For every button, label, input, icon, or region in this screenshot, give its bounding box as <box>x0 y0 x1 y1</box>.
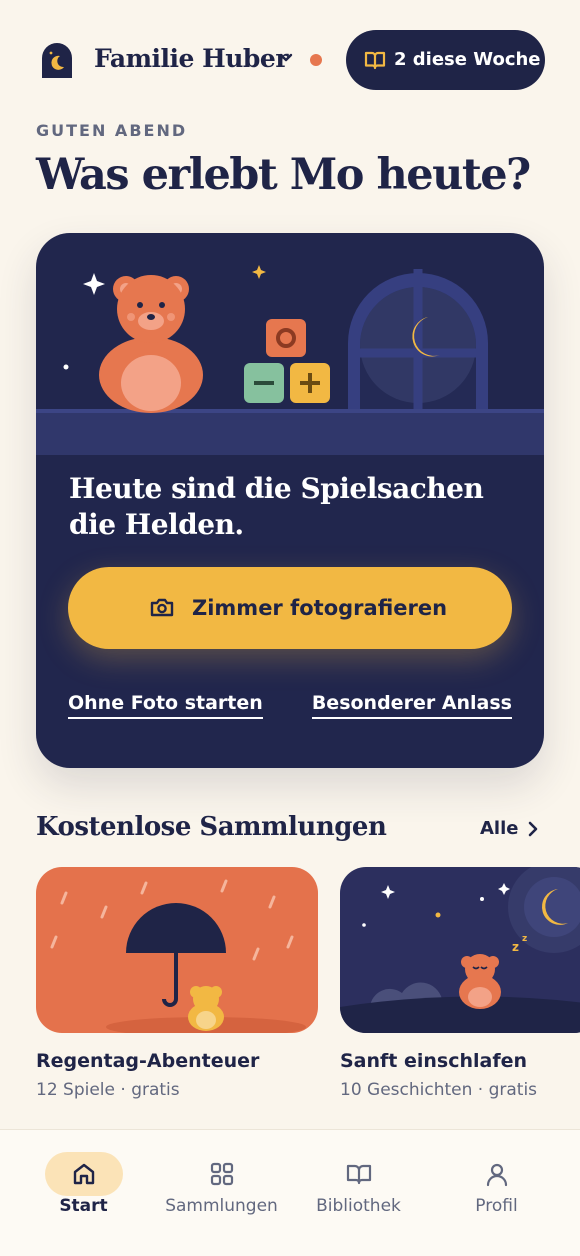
book-icon <box>320 1152 398 1196</box>
collection-card-rainy-day[interactable] <box>36 867 318 1033</box>
collection-title[interactable]: Sanft einschlafen <box>340 1050 527 1072</box>
family-moon-icon[interactable] <box>40 42 74 84</box>
week-badge-label: 2 diese Woche <box>394 49 541 70</box>
see-all-link[interactable]: Alle <box>480 818 518 839</box>
collection-subtitle: 10 Geschichten · gratis <box>340 1080 538 1100</box>
grid-icon <box>183 1152 261 1196</box>
collections-title: Kostenlose Sammlungen <box>36 812 387 842</box>
tab-label: Sammlungen <box>165 1196 278 1216</box>
user-icon <box>458 1152 536 1196</box>
app-header: Familie Huber 2 diese Woche <box>0 0 580 120</box>
chevron-right-icon[interactable] <box>526 820 540 842</box>
tab-library[interactable]: Bibliothek <box>286 1130 431 1256</box>
camera-icon <box>150 597 174 621</box>
collection-card-sleep[interactable]: z z <box>340 867 580 1033</box>
hero-card: Heute sind die Spielsachen die Helden. Z… <box>36 233 544 768</box>
tab-label: Start <box>59 1196 108 1216</box>
tab-start[interactable]: Start <box>11 1130 156 1256</box>
hero-text: Heute sind die Spielsachen die Helden. <box>69 472 484 541</box>
nursery-illustration <box>36 265 544 455</box>
tab-collections[interactable]: Sammlungen <box>149 1130 294 1256</box>
greeting: GUTEN ABEND <box>36 121 188 140</box>
page-title: Was erlebt Mo heute? <box>36 150 531 200</box>
collection-subtitle: 12 Spiele · gratis <box>36 1080 180 1100</box>
tab-profile[interactable]: Profil <box>424 1130 569 1256</box>
week-stories-button[interactable]: 2 diese Woche <box>346 30 545 90</box>
bottom-tab-bar: Start Sammlungen Bibliothek Profil <box>0 1129 580 1256</box>
start-without-photo-link[interactable]: Ohne Foto starten <box>68 692 263 719</box>
sleep-illustration: z z <box>340 867 580 1033</box>
chevron-down-icon[interactable] <box>278 50 294 70</box>
take-room-photo-label: Zimmer fotografieren <box>192 596 448 620</box>
umbrella-illustration <box>50 879 306 1033</box>
home-icon <box>44 1152 123 1196</box>
special-occasion-link[interactable]: Besonderer Anlass <box>311 692 512 719</box>
tab-label: Bibliothek <box>316 1196 401 1216</box>
collection-title[interactable]: Regentag-Abenteuer <box>36 1050 259 1072</box>
notification-dot <box>310 54 322 66</box>
book-icon <box>364 50 386 74</box>
svg-text:z: z <box>512 940 519 954</box>
take-room-photo-button[interactable]: Zimmer fotografieren <box>68 567 512 649</box>
family-name[interactable]: Familie Huber <box>94 44 289 73</box>
svg-text:z: z <box>522 934 527 944</box>
tab-label: Profil <box>475 1196 518 1216</box>
